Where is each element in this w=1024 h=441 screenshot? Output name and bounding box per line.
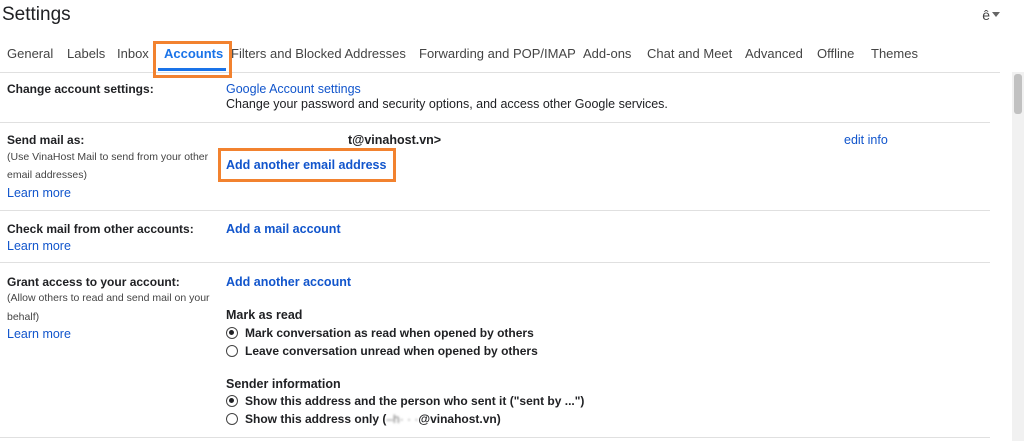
- page-title: Settings: [2, 4, 71, 25]
- send-mail-address: t@vinahost.vn>: [348, 133, 442, 147]
- add-mail-account-link[interactable]: Add a mail account: [226, 222, 341, 236]
- tab-inbox[interactable]: Inbox: [117, 46, 149, 61]
- tab-labels[interactable]: Labels: [67, 46, 105, 61]
- active-tab-indicator: [158, 68, 226, 71]
- show-address-only-radio[interactable]: [226, 413, 238, 425]
- tab-chat-meet[interactable]: Chat and Meet: [647, 46, 732, 61]
- change-account-description: Change your password and security option…: [226, 97, 668, 111]
- row-divider: [0, 210, 990, 211]
- check-mail-learn-more-link[interactable]: Learn more: [7, 239, 71, 253]
- check-mail-label: Check mail from other accounts:: [7, 222, 194, 236]
- redacted-username: –h· · ·: [386, 412, 419, 426]
- mark-read-option-label[interactable]: Mark conversation as read when opened by…: [245, 326, 534, 340]
- show-address-only-label[interactable]: Show this address only (–h· · ·@vinahost…: [245, 412, 501, 426]
- tab-advanced[interactable]: Advanced: [745, 46, 803, 61]
- edit-info-link[interactable]: edit info: [844, 133, 888, 147]
- grant-access-desc-line-2: behalf): [7, 311, 40, 323]
- chevron-down-icon[interactable]: [992, 12, 1000, 17]
- grant-access-label: Grant access to your account:: [7, 275, 180, 289]
- tab-addons[interactable]: Add-ons: [583, 46, 631, 61]
- row-divider: [0, 262, 990, 263]
- row-divider: [0, 437, 990, 438]
- input-tools-icon[interactable]: ê: [982, 7, 990, 23]
- sender-info-title: Sender information: [226, 377, 341, 391]
- grant-access-desc-line-1: (Allow others to read and send mail on y…: [7, 292, 210, 304]
- grant-access-learn-more-link[interactable]: Learn more: [7, 327, 71, 341]
- change-account-label: Change account settings:: [7, 82, 154, 96]
- tab-offline[interactable]: Offline: [817, 46, 854, 61]
- tab-general[interactable]: General: [7, 46, 53, 61]
- tab-accounts[interactable]: Accounts: [164, 46, 223, 61]
- row-divider: [0, 122, 990, 123]
- show-address-and-sender-radio[interactable]: [226, 395, 238, 407]
- tab-filters[interactable]: Filters and Blocked Addresses: [231, 46, 406, 61]
- show-address-and-sender-label[interactable]: Show this address and the person who sen…: [245, 394, 584, 408]
- show-address-only-suffix: @vinahost.vn): [418, 412, 501, 426]
- send-mail-as-desc-line-1: (Use VinaHost Mail to send from your oth…: [7, 151, 209, 163]
- mark-read-radio[interactable]: [226, 327, 238, 339]
- send-mail-learn-more-link[interactable]: Learn more: [7, 186, 71, 200]
- show-address-only-prefix: Show this address only (: [245, 412, 387, 426]
- scrollbar-thumb[interactable]: [1014, 74, 1022, 114]
- leave-unread-radio[interactable]: [226, 345, 238, 357]
- google-account-settings-link[interactable]: Google Account settings: [226, 82, 361, 96]
- tab-themes[interactable]: Themes: [871, 46, 918, 61]
- send-mail-as-desc-line-2: email addresses): [7, 169, 87, 181]
- add-another-account-link[interactable]: Add another account: [226, 275, 351, 289]
- add-another-email-link[interactable]: Add another email address: [226, 158, 386, 172]
- settings-tabs: General Labels Inbox Accounts Filters an…: [0, 44, 1024, 71]
- send-mail-as-label: Send mail as:: [7, 133, 85, 147]
- tabs-divider: [0, 72, 1000, 73]
- mark-as-read-title: Mark as read: [226, 308, 303, 322]
- tab-forwarding[interactable]: Forwarding and POP/IMAP: [419, 46, 576, 61]
- scrollbar-track[interactable]: [1012, 72, 1024, 441]
- leave-unread-option-label[interactable]: Leave conversation unread when opened by…: [245, 344, 538, 358]
